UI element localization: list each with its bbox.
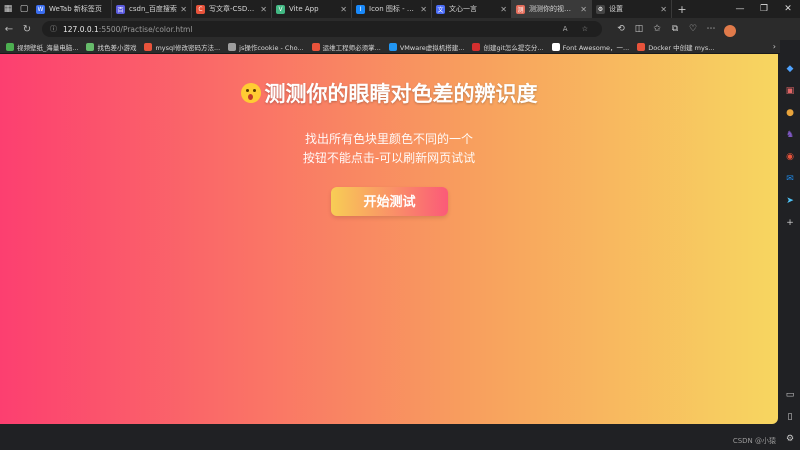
toolbox-icon[interactable]: ▣: [783, 84, 797, 98]
tab-wetab[interactable]: W WeTab 新标签页: [32, 0, 112, 18]
read-aloud-favorite-icons[interactable]: A ☆: [563, 25, 594, 33]
baidu-icon: 百: [116, 4, 125, 14]
tab-settings[interactable]: ⚙ 设置 ✕: [592, 0, 672, 18]
gear-icon[interactable]: ⚙: [783, 432, 797, 446]
bookmark-icon: [228, 42, 237, 51]
more-icon[interactable]: ⋯: [702, 24, 720, 34]
bookmark-icon: [144, 42, 153, 51]
tab-actions-icon[interactable]: ▢: [16, 0, 32, 18]
tab-label: Vite App: [289, 5, 319, 13]
bookmark-item[interactable]: mysql修改密码方法...: [144, 42, 220, 52]
office-icon[interactable]: ◉: [783, 150, 797, 164]
bookmark-icon: [6, 42, 14, 51]
close-icon[interactable]: ✕: [340, 5, 347, 14]
profile-menu-icon[interactable]: ▦: [0, 0, 16, 18]
collections-icon[interactable]: ⧉: [666, 24, 684, 34]
tab-csdn-write[interactable]: C 写文章-CSDN创作中心 ✕: [192, 0, 272, 18]
close-icon[interactable]: ✕: [660, 5, 667, 14]
bookmark-item[interactable]: Font Awesome，一...: [551, 42, 629, 52]
bookmark-item[interactable]: Docker 中创建 mys...: [637, 42, 714, 52]
games-icon[interactable]: ♞: [783, 128, 797, 142]
edge-sidebar: ◆ ▣ ● ♞ ◉ ✉ ➤ + ▭ ▯ ⚙: [780, 54, 800, 450]
close-icon[interactable]: ✕: [420, 5, 427, 14]
page-icon: 测: [516, 4, 525, 14]
bookmark-icon: [637, 42, 646, 51]
tab-label: 写文章-CSDN创作中心: [209, 5, 257, 13]
split-screen-icon[interactable]: ◫: [630, 24, 648, 34]
sidebar-icon[interactable]: ⟲: [612, 24, 630, 34]
instructions: 找出所有色块里颜色不同的一个 按钮不能点击-可以刷新网页试试: [0, 130, 778, 168]
site-info-icon[interactable]: ⓘ: [50, 24, 57, 34]
tab-label: csdn_百度搜索: [129, 5, 177, 13]
close-icon[interactable]: ✕: [180, 5, 187, 14]
tab-wenxin[interactable]: 文 文心一言 ✕: [432, 0, 512, 18]
close-icon[interactable]: ✕: [500, 5, 507, 14]
url-field[interactable]: ⓘ 127.0.0.1 :5500/Practise/color.html A …: [42, 21, 602, 37]
screen-icon[interactable]: ▭: [783, 388, 797, 402]
close-icon[interactable]: ✕: [260, 5, 267, 14]
bookmark-item[interactable]: 创建git怎么提交分...: [472, 42, 544, 52]
tab-label: 设置: [609, 5, 623, 13]
page-content: 测测你的眼睛对色差的辨识度 找出所有色块里颜色不同的一个 按钮不能点击-可以刷新…: [0, 54, 778, 424]
tab-vite[interactable]: V Vite App ✕: [272, 0, 352, 18]
bookmark-item[interactable]: 视频壁纸_海量电脑...: [6, 42, 78, 52]
bookmark-item[interactable]: 运维工程师必须掌...: [311, 42, 381, 52]
people-icon[interactable]: ●: [783, 106, 797, 120]
csdn-icon: C: [196, 4, 205, 14]
bookmark-item[interactable]: 找色差小游戏: [86, 42, 136, 52]
panel-icon[interactable]: ▯: [783, 410, 797, 424]
tab-label: 文心一言: [449, 5, 477, 13]
favorites-icon[interactable]: ✩: [648, 24, 666, 34]
extensions-icon[interactable]: ♡: [684, 24, 702, 34]
surprised-face-icon: [240, 83, 261, 103]
url-host: 127.0.0.1: [63, 24, 99, 34]
instruction-line: 按钮不能点击-可以刷新网页试试: [302, 151, 476, 165]
address-bar-row: ← ↻ ⓘ 127.0.0.1 :5500/Practise/color.htm…: [0, 18, 800, 40]
outlook-icon[interactable]: ✉: [783, 172, 797, 186]
close-icon[interactable]: ✕: [580, 5, 587, 14]
bookmark-icon: [86, 42, 95, 51]
send-icon[interactable]: ➤: [783, 194, 797, 208]
vant-icon: I: [356, 4, 365, 14]
minimize-icon[interactable]: —: [728, 0, 752, 18]
maximize-icon[interactable]: ❐: [752, 0, 776, 18]
bookmarks-bar: 视频壁纸_海量电脑... 找色差小游戏 mysql修改密码方法... js操作c…: [0, 40, 780, 54]
tab-baidu[interactable]: 百 csdn_百度搜索 ✕: [112, 0, 192, 18]
bookmark-item[interactable]: VMware虚拟机搭建...: [388, 42, 464, 52]
gear-icon: ⚙: [596, 4, 605, 14]
tab-label: Icon 图标 - Vant: [369, 5, 418, 13]
tab-vant[interactable]: I Icon 图标 - Vant ✕: [352, 0, 432, 18]
page-title-text: 测测你的眼睛对色差的辨识度: [264, 82, 538, 106]
tab-label: 测测你的视力比: [529, 5, 578, 13]
url-path: :5500/Practise/color.html: [98, 24, 193, 34]
wetab-icon: W: [36, 4, 45, 14]
start-test-button[interactable]: 开始测试: [331, 187, 448, 216]
refresh-icon[interactable]: ↻: [18, 24, 36, 35]
wenxin-icon: 文: [436, 4, 445, 14]
tab-current-page[interactable]: 测 测测你的视力比 ✕: [512, 0, 592, 18]
tab-label: WeTab 新标签页: [49, 5, 102, 13]
watermark: CSDN @小猿: [732, 437, 776, 445]
new-tab-button[interactable]: +: [672, 3, 692, 16]
window-controls: — ❐ ✕: [728, 0, 800, 18]
close-window-icon[interactable]: ✕: [776, 0, 800, 18]
flag-icon: [551, 42, 560, 51]
page-title: 测测你的眼睛对色差的辨识度: [0, 78, 778, 108]
tag-icon[interactable]: ◆: [783, 62, 797, 76]
bookmark-icon: [388, 42, 397, 51]
instruction-line: 找出所有色块里颜色不同的一个: [304, 132, 473, 146]
vite-icon: V: [276, 4, 285, 14]
toolbar-icons: ⟲ ◫ ✩ ⧉ ♡ ⋯: [612, 24, 720, 34]
add-icon[interactable]: +: [783, 216, 797, 230]
tab-strip: ▦ ▢ W WeTab 新标签页 百 csdn_百度搜索 ✕ C 写文章-CSD…: [0, 0, 800, 18]
bookmarks-overflow-icon[interactable]: ›: [773, 42, 780, 51]
back-icon[interactable]: ←: [0, 24, 18, 35]
bookmark-item[interactable]: js操作cookie - Cho...: [228, 42, 304, 52]
bookmark-icon: [311, 42, 320, 51]
avatar[interactable]: [724, 24, 736, 37]
bookmark-icon: [472, 42, 481, 51]
